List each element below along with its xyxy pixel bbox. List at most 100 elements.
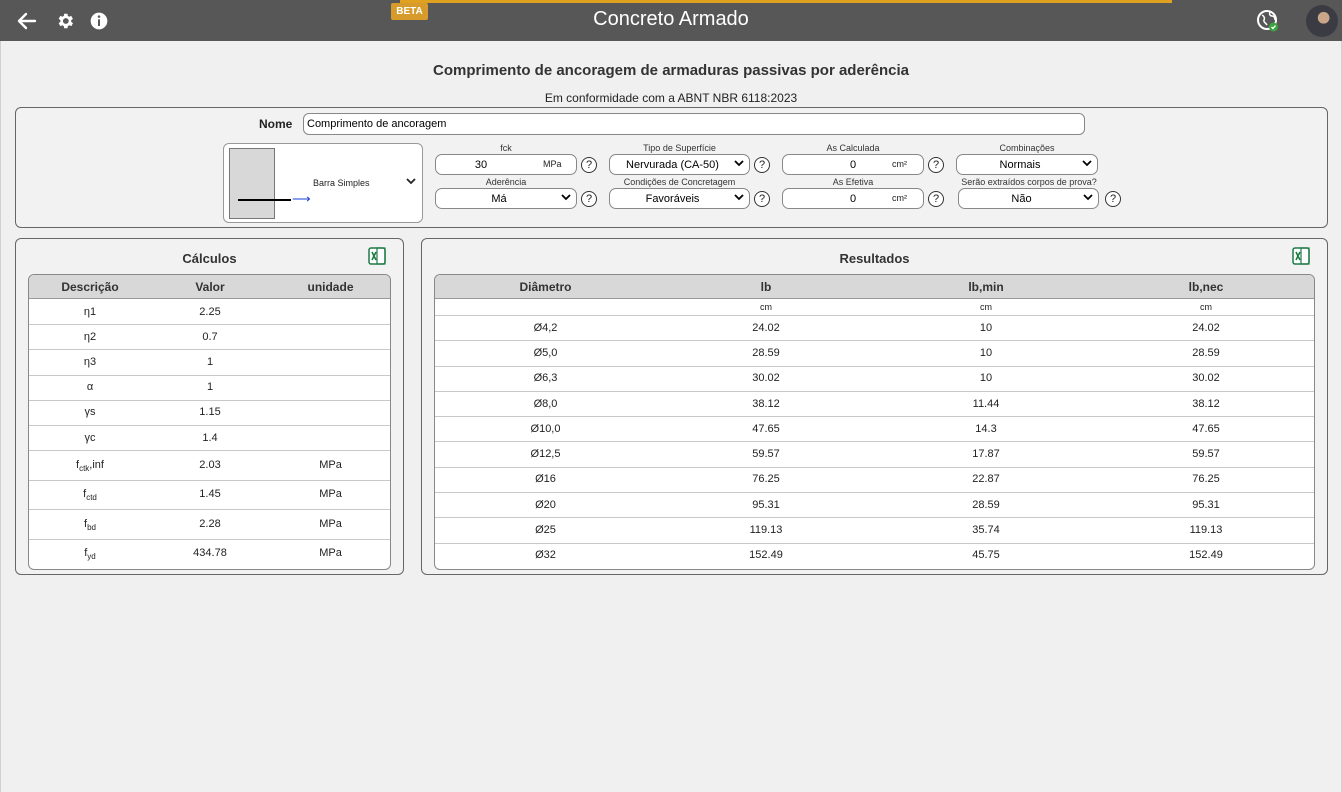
value-cell: 11.44 bbox=[972, 397, 1000, 410]
desc-cell: fctk,inf bbox=[29, 459, 151, 473]
globe-icon[interactable] bbox=[1256, 9, 1280, 33]
value-cell: 1 bbox=[206, 355, 214, 368]
resultados-table: Diâmetro lb lb,min lb,nec cm cm cm Ø4,2 24.0… bbox=[434, 274, 1315, 570]
table-row: Ø4,2 24.02 10 24.02 bbox=[435, 316, 1314, 342]
value-cell: 28.59 bbox=[1192, 346, 1220, 359]
table-row: γs 1.15 bbox=[29, 401, 390, 426]
as-ef-label: As Efetiva bbox=[832, 177, 874, 187]
aderencia-label: Aderência bbox=[485, 177, 527, 187]
help-as-calc-icon[interactable]: ? bbox=[928, 157, 944, 173]
as-ef-unit: cm² bbox=[892, 193, 907, 203]
combinacoes-label: Combinações bbox=[999, 143, 1055, 153]
app-title: Concreto Armado bbox=[593, 8, 749, 30]
value-cell: 22.87 bbox=[972, 473, 1000, 486]
value-cell: 2.03 bbox=[199, 458, 221, 471]
bar-type-selector[interactable]: ⟶ Barra Simples bbox=[223, 143, 423, 223]
units-row: cm cm cm bbox=[435, 300, 1314, 316]
arrow-left-icon[interactable] bbox=[15, 9, 39, 33]
help-corpos-icon[interactable]: ? bbox=[1105, 191, 1121, 207]
chevron-down-icon bbox=[1082, 159, 1092, 170]
chevron-down-icon bbox=[561, 193, 571, 204]
superficie-label: Tipo de Superfície bbox=[643, 143, 716, 153]
section-diagram bbox=[229, 148, 275, 219]
diameter-cell: Ø12,5 bbox=[530, 448, 561, 461]
help-concretagem-icon[interactable]: ? bbox=[754, 191, 770, 207]
calculos-table: Descrição Valor unidade η1 2.25 η2 0.7 η3 1 α 1… bbox=[28, 274, 391, 570]
table-row: η3 1 bbox=[29, 350, 390, 376]
value-cell: 2.25 bbox=[199, 305, 221, 318]
desc-tail: ,inf bbox=[89, 458, 104, 471]
table-header: Diâmetro lb lb,min lb,nec bbox=[435, 275, 1314, 299]
as-calc-unit: cm² bbox=[892, 159, 907, 169]
table-row: Ø10,0 47.65 14.3 47.65 bbox=[435, 417, 1314, 443]
corpos-select[interactable]: Não bbox=[958, 188, 1099, 209]
value-cell: 24.02 bbox=[752, 321, 780, 334]
unit-cell: cm bbox=[980, 302, 992, 312]
top-accent-line bbox=[400, 0, 1172, 3]
value-cell: 0.7 bbox=[202, 330, 218, 343]
value-cell: 10 bbox=[979, 372, 993, 385]
value-cell: 1.4 bbox=[202, 431, 218, 444]
concretagem-value: Favoráveis bbox=[645, 193, 700, 205]
col-header: unidade bbox=[307, 280, 354, 294]
superficie-select[interactable]: Nervurada (CA-50) bbox=[609, 154, 750, 175]
as-ef-input[interactable]: 0 cm² bbox=[782, 188, 924, 209]
desc-sub: yd bbox=[87, 552, 96, 562]
value-cell: 14.3 bbox=[975, 422, 997, 435]
info-icon[interactable] bbox=[87, 9, 111, 33]
value-cell: 95.31 bbox=[752, 498, 780, 511]
diameter-cell: Ø16 bbox=[535, 473, 556, 486]
desc-sub: bd bbox=[87, 523, 96, 533]
unit-cell: MPa bbox=[319, 517, 342, 530]
chevron-down-icon bbox=[1083, 193, 1093, 204]
value-cell: 152.49 bbox=[749, 549, 783, 562]
help-aderencia-icon[interactable]: ? bbox=[581, 191, 597, 207]
excel-icon[interactable] bbox=[368, 247, 386, 265]
table-row: α1 bbox=[29, 376, 390, 401]
value-cell: 95.31 bbox=[1192, 498, 1220, 511]
desc-sub: ctd bbox=[86, 493, 97, 503]
value-cell: 76.25 bbox=[752, 473, 780, 486]
excel-icon[interactable] bbox=[1292, 247, 1310, 265]
col-header: Diâmetro bbox=[519, 280, 572, 294]
combinacoes-value: Normais bbox=[999, 159, 1041, 171]
help-as-ef-icon[interactable]: ? bbox=[928, 191, 944, 207]
fck-label: fck bbox=[500, 143, 512, 153]
value-cell: 119.13 bbox=[1189, 524, 1223, 537]
table-row: Ø5,0 28.59 10 28.59 bbox=[435, 341, 1314, 367]
col-header: lb bbox=[760, 280, 772, 294]
table-row: Ø25 119.13 35.74 119.13 bbox=[435, 518, 1314, 544]
chevron-down-icon bbox=[406, 176, 416, 188]
aderencia-select[interactable]: Má bbox=[435, 188, 577, 209]
value-cell: 2.28 bbox=[199, 517, 221, 530]
corpos-label: Serão extraídos corpos de prova? bbox=[961, 177, 1097, 187]
help-superficie-icon[interactable]: ? bbox=[754, 157, 770, 173]
col-header: Valor bbox=[195, 280, 225, 294]
table-row: fctk,inf 2.03 MPa bbox=[29, 451, 390, 481]
table-row: γc 1.4 bbox=[29, 426, 390, 452]
desc-cell: η1 bbox=[83, 305, 97, 318]
combinacoes-select[interactable]: Normais bbox=[956, 154, 1098, 175]
col-header: Descrição bbox=[61, 280, 119, 294]
arrow-right-icon: ⟶ bbox=[292, 191, 311, 206]
gear-icon[interactable] bbox=[53, 9, 77, 33]
value-cell: 47.65 bbox=[752, 422, 780, 435]
unit-cell: MPa bbox=[319, 458, 342, 471]
value-cell: 152.49 bbox=[1189, 549, 1223, 562]
nome-input[interactable] bbox=[303, 113, 1085, 135]
concretagem-select[interactable]: Favoráveis bbox=[609, 188, 750, 209]
value-cell: 59.57 bbox=[752, 448, 780, 461]
value-cell: 59.57 bbox=[1192, 448, 1220, 461]
desc-cell: α bbox=[86, 381, 94, 394]
desc-cell: η3 bbox=[83, 355, 97, 368]
diameter-cell: Ø4,2 bbox=[533, 321, 558, 334]
fck-value: 30 bbox=[474, 159, 488, 171]
fck-input[interactable]: 30 MPa bbox=[435, 154, 577, 175]
unit-cell: cm bbox=[760, 302, 772, 312]
as-calc-input[interactable]: 0 cm² bbox=[782, 154, 924, 175]
help-fck-icon[interactable]: ? bbox=[581, 157, 597, 173]
table-row: Ø6,3 30.02 10 30.02 bbox=[435, 367, 1314, 392]
table-row: fbd 2.28 MPa bbox=[29, 510, 390, 540]
bar-diagram bbox=[238, 199, 291, 201]
avatar[interactable] bbox=[1306, 5, 1338, 37]
